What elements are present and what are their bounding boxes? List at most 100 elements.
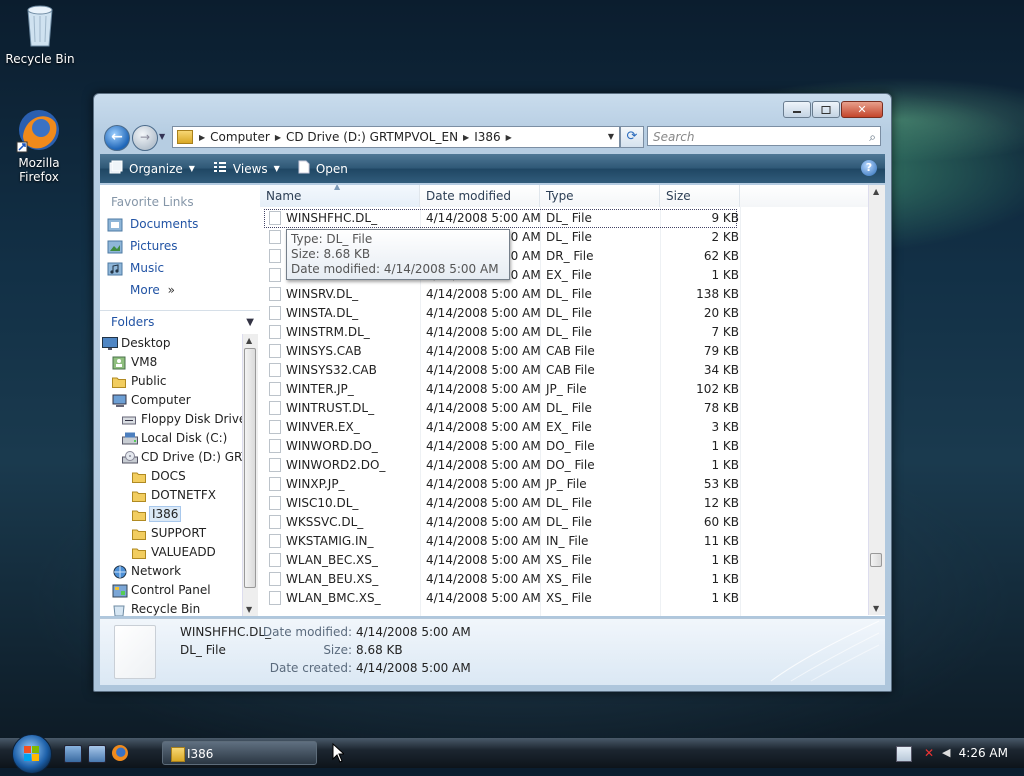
desktop-icon-recycle-bin[interactable]: Recycle Bin <box>0 2 80 66</box>
breadcrumb-computer[interactable]: Computer <box>205 130 275 144</box>
minimize-button[interactable] <box>783 101 811 118</box>
scroll-down-icon[interactable]: ▼ <box>873 604 879 613</box>
file-row[interactable]: WISC10.DL_ 4/14/2008 5:00 AM DL_ File 12 KB <box>260 494 868 513</box>
favorite-links-more[interactable]: More » <box>100 279 260 301</box>
help-button[interactable]: ? <box>861 160 877 176</box>
views-button[interactable]: Views ▼ <box>204 160 289 177</box>
column-header-name[interactable]: ▲ Name <box>260 185 420 207</box>
switch-windows-icon[interactable] <box>88 745 106 763</box>
file-size: 102 KB <box>696 382 739 396</box>
desktop-icon-firefox[interactable]: Mozilla Firefox <box>0 106 79 184</box>
search-input[interactable]: Search ⌕ <box>647 126 881 146</box>
column-header-size[interactable]: Size <box>660 185 740 207</box>
start-button[interactable] <box>12 734 52 774</box>
tree-item-docs[interactable]: DOCS <box>100 467 242 486</box>
tree-item-valueadd[interactable]: VALUEADD <box>100 543 242 562</box>
file-name: WINSTRM.DL_ <box>286 325 370 339</box>
file-row[interactable]: WINTRUST.DL_ 4/14/2008 5:00 AM DL_ File 78 … <box>260 399 868 418</box>
scroll-up-icon[interactable]: ▲ <box>873 187 879 196</box>
refresh-icon: ⟳ <box>626 129 638 144</box>
file-type: DL_ File <box>546 496 592 510</box>
file-row-winshfhc[interactable]: WINSHFHC.DL_ 4/14/2008 5:00 AM DL_ File 9 K… <box>264 209 739 228</box>
tree-item-support[interactable]: SUPPORT <box>100 524 242 543</box>
firefox-icon[interactable] <box>112 745 128 761</box>
file-list-scrollbar[interactable]: ▲ ▼ <box>868 185 885 615</box>
file-row[interactable]: WINWORD2.DO_ 4/14/2008 5:00 AM DO_ File 1 K… <box>260 456 868 475</box>
favorite-link-documents[interactable]: Documents <box>100 213 260 235</box>
column-header-label: Type <box>546 189 574 203</box>
tree-item-network[interactable]: Network <box>100 562 242 581</box>
tree-item-vm8[interactable]: VM8 <box>100 353 242 372</box>
folder-tree-scrollbar[interactable]: ▲ ▼ <box>242 334 258 616</box>
tree-item-desktop[interactable]: Desktop <box>100 334 242 353</box>
tree-item-cd-drive[interactable]: CD Drive (D:) GRTM <box>100 448 242 467</box>
organize-button[interactable]: Organize ▼ <box>100 160 204 177</box>
close-button[interactable]: ✕ <box>841 101 883 118</box>
file-row[interactable]: WLAN_BEU.XS_ 4/14/2008 5:00 AM XS_ File 1 K… <box>260 570 868 589</box>
tree-item-public[interactable]: Public <box>100 372 242 391</box>
file-row[interactable]: WINXP.JP_ 4/14/2008 5:00 AM JP_ File 53 KB <box>260 475 868 494</box>
recycle-bin-icon <box>112 603 126 616</box>
column-header-date-modified[interactable]: Date modified <box>420 185 540 207</box>
scroll-up-icon[interactable]: ▲ <box>246 336 252 345</box>
show-desktop-icon[interactable] <box>64 745 82 763</box>
taskbar-button-i386[interactable]: I386 <box>162 741 317 765</box>
tree-item-dotnetfx[interactable]: DOTNETFX <box>100 486 242 505</box>
open-button[interactable]: Open <box>289 160 357 177</box>
network-disconnected-icon[interactable]: ✕ <box>924 746 938 760</box>
search-placeholder: Search <box>653 130 695 144</box>
back-button[interactable]: ← <box>104 125 130 151</box>
tree-item-i386[interactable]: I386 <box>100 505 242 524</box>
floppy-icon <box>122 413 136 429</box>
tree-item-computer[interactable]: Computer <box>100 391 242 410</box>
tree-item-label: CD Drive (D:) GRTM <box>141 450 242 464</box>
column-header-type[interactable]: Type <box>540 185 660 207</box>
recent-pages-dropdown[interactable]: ▼ <box>159 132 165 141</box>
file-icon <box>269 344 281 358</box>
scroll-down-icon[interactable]: ▼ <box>246 605 252 614</box>
scrollbar-thumb[interactable] <box>870 553 882 567</box>
breadcrumb-i386[interactable]: I386 <box>469 130 505 144</box>
file-row[interactable]: WINSRV.DL_ 4/14/2008 5:00 AM DL_ File 138 K… <box>260 285 868 304</box>
breadcrumb-separator-icon[interactable]: ▶ <box>506 133 512 142</box>
file-date: 4/14/2008 5:00 AM <box>426 515 541 529</box>
views-label: Views <box>232 161 268 176</box>
file-date: 4/14/2008 5:00 AM <box>426 306 541 320</box>
file-row[interactable]: WINTER.JP_ 4/14/2008 5:00 AM JP_ File 102 K… <box>260 380 868 399</box>
tree-item-floppy-disk-drive[interactable]: Floppy Disk Drive ( <box>100 410 242 429</box>
file-row[interactable]: WINWORD.DO_ 4/14/2008 5:00 AM DO_ File 1 KB <box>260 437 868 456</box>
sort-ascending-icon: ▲ <box>334 185 341 191</box>
maximize-button[interactable] <box>812 101 840 118</box>
file-row[interactable]: WINSYS32.CAB 4/14/2008 5:00 AM CAB File 34 … <box>260 361 868 380</box>
tree-item-control-panel[interactable]: Control Panel <box>100 581 242 600</box>
organize-icon <box>109 160 123 177</box>
firefox-icon <box>15 106 63 154</box>
breadcrumb-cd-drive[interactable]: CD Drive (D:) GRTMPVOL_EN <box>281 130 463 144</box>
volume-muted-icon[interactable]: ◀ <box>942 746 956 760</box>
file-row[interactable]: WINSTRM.DL_ 4/14/2008 5:00 AM DL_ File 7 KB <box>260 323 868 342</box>
file-row[interactable]: WLAN_BEC.XS_ 4/14/2008 5:00 AM XS_ File 1 K… <box>260 551 868 570</box>
search-icon[interactable]: ⌕ <box>869 127 876 147</box>
security-check-icon[interactable] <box>896 746 912 762</box>
address-dropdown-button[interactable]: ▼ <box>603 127 619 147</box>
favorite-link-pictures[interactable]: Pictures <box>100 235 260 257</box>
file-row[interactable]: WKSSVC.DL_ 4/14/2008 5:00 AM DL_ File 60 KB <box>260 513 868 532</box>
forward-button[interactable]: → <box>132 125 158 151</box>
file-row[interactable]: WINSYS.CAB 4/14/2008 5:00 AM CAB File 79 KB <box>260 342 868 361</box>
favorite-link-music[interactable]: Music <box>100 257 260 279</box>
file-date: 4/14/2008 5:00 AM <box>426 420 541 434</box>
forward-arrow-icon: → <box>139 130 151 144</box>
address-bar[interactable]: ▶ Computer ▶ CD Drive (D:) GRTMPVOL_EN ▶… <box>172 126 620 148</box>
scrollbar-thumb[interactable] <box>244 348 256 588</box>
file-row[interactable]: WINVER.EX_ 4/14/2008 5:00 AM EX_ File 3 KB <box>260 418 868 437</box>
refresh-button[interactable]: ⟳ <box>620 126 644 148</box>
clock[interactable]: 4:26 AM <box>959 746 1008 760</box>
file-row[interactable]: WLAN_BMC.XS_ 4/14/2008 5:00 AM XS_ File 1 K… <box>260 589 868 608</box>
tree-item-recycle-bin[interactable]: Recycle Bin <box>100 600 242 616</box>
file-size: 1 KB <box>711 572 739 586</box>
tree-item-local-disk[interactable]: Local Disk (C:) <box>100 429 242 448</box>
folder-icon <box>177 130 193 144</box>
file-row[interactable]: WINSTA.DL_ 4/14/2008 5:00 AM DL_ File 20 KB <box>260 304 868 323</box>
file-row[interactable]: WKSTAMIG.IN_ 4/14/2008 5:00 AM IN_ File 11 … <box>260 532 868 551</box>
folders-header[interactable]: Folders ▼ <box>100 310 260 333</box>
